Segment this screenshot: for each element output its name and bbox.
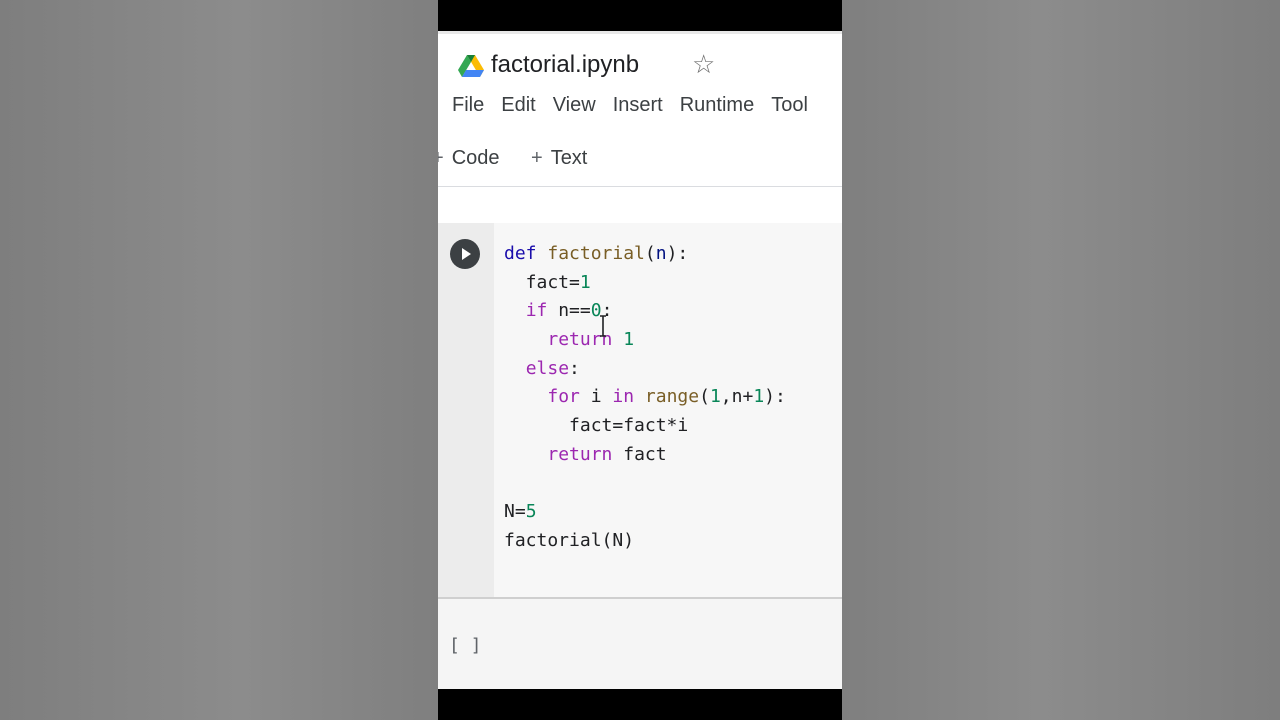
code-line-5: else:: [525, 357, 580, 379]
code-editor[interactable]: def factorial(n): fact=1 if n==0: return…: [504, 240, 786, 556]
toolbar: + Code + Text: [438, 143, 842, 183]
background-left: [0, 0, 438, 720]
code-cell[interactable]: def factorial(n): fact=1 if n==0: return…: [438, 223, 842, 599]
code-line-6: for i in range(1,n+1):: [547, 386, 786, 408]
menu-bar: File Edit View Insert Runtime Tool: [452, 94, 825, 124]
cell-spacer: [438, 187, 842, 223]
add-text-button[interactable]: + Text: [531, 147, 587, 170]
cell-execution-prompt: [ ]: [449, 635, 482, 656]
top-divider: [438, 31, 842, 34]
menu-file[interactable]: File: [452, 94, 484, 117]
menu-runtime[interactable]: Runtime: [680, 94, 754, 117]
add-code-label: Code: [451, 147, 500, 169]
colab-screen: factorial.ipynb ☆ File Edit View Insert Runt…: [438, 31, 842, 689]
phone-frame: factorial.ipynb ☆ File Edit View Insert Runt…: [438, 0, 842, 720]
menu-tools[interactable]: Tool: [771, 94, 808, 117]
code-line-1: def factorial(n):: [504, 243, 689, 264]
title-bar: factorial.ipynb ☆: [438, 45, 842, 89]
run-cell-button[interactable]: [450, 239, 480, 269]
code-line-3: if n==0:: [525, 300, 613, 322]
text-cursor-icon: [600, 315, 606, 337]
code-line-4: return 1: [547, 329, 635, 351]
google-drive-icon[interactable]: [458, 55, 484, 77]
background-right: [842, 0, 1280, 720]
code-line-10: N=5: [504, 501, 537, 523]
menu-view[interactable]: View: [553, 94, 596, 117]
code-line-2: fact=1: [504, 271, 591, 293]
add-code-button[interactable]: + Code: [438, 147, 500, 170]
next-cell[interactable]: [ ]: [438, 599, 842, 689]
add-text-label: Text: [550, 147, 588, 169]
cell-gutter: [438, 223, 494, 597]
star-icon[interactable]: ☆: [692, 51, 715, 77]
plus-icon: +: [438, 147, 444, 170]
menu-insert[interactable]: Insert: [613, 94, 663, 117]
code-line-7: fact=fact*i: [504, 415, 689, 437]
code-line-8: return fact: [547, 443, 667, 465]
plus-icon: +: [531, 147, 543, 169]
code-line-11: factorial(N): [504, 529, 635, 551]
notebook-title[interactable]: factorial.ipynb: [491, 51, 639, 79]
menu-edit[interactable]: Edit: [501, 94, 535, 117]
